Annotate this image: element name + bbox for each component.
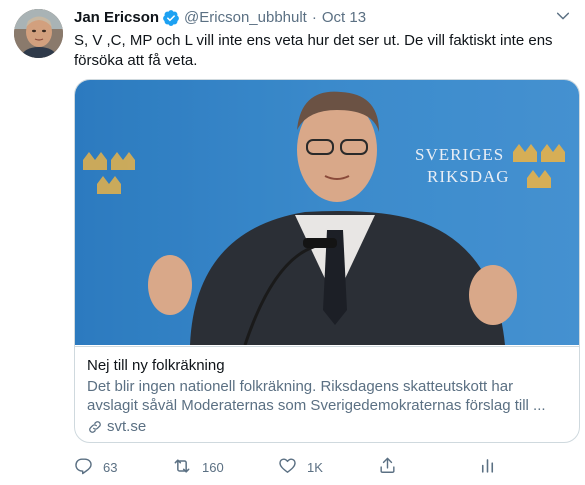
analytics-icon: [478, 456, 497, 478]
share-button[interactable]: [378, 455, 397, 479]
header-separator: ·: [311, 9, 317, 26]
card-domain-text: svt.se: [107, 418, 147, 435]
image-sign-line2: RIKSDAG: [427, 167, 510, 186]
analytics-button[interactable]: [478, 455, 497, 479]
chevron-down-icon[interactable]: [553, 6, 573, 26]
reply-count: 63: [103, 459, 118, 475]
tweet-header: Jan Ericson @Ericson_ubbhult · Oct 13: [74, 8, 366, 28]
verified-badge-icon: [162, 9, 180, 27]
author-handle[interactable]: @Ericson_ubbhult: [184, 8, 307, 28]
tweet[interactable]: Jan Ericson @Ericson_ubbhult · Oct 13 S,…: [0, 0, 585, 485]
like-icon: [278, 456, 297, 478]
link-icon: [87, 419, 103, 435]
card-image: SVERIGES RIKSDAG: [75, 80, 579, 345]
card-description: Det blir ingen nationell folkräkning. Ri…: [87, 378, 546, 414]
like-count: 1K: [307, 459, 323, 475]
tweet-actions: 63 160 1K: [68, 455, 508, 479]
image-sign-line1: SVERIGES: [415, 145, 504, 164]
retweet-count: 160: [202, 459, 224, 475]
avatar[interactable]: [14, 9, 63, 58]
author-name[interactable]: Jan Ericson: [74, 8, 159, 28]
share-icon: [378, 456, 397, 478]
link-preview-card[interactable]: SVERIGES RIKSDAG Nej till ny folkräkning…: [74, 79, 580, 443]
reply-button[interactable]: 63: [74, 455, 117, 479]
card-body: Nej till ny folkräkning Det blir ingen n…: [75, 346, 579, 442]
reply-icon: [74, 456, 93, 478]
card-title: Nej till ny folkräkning: [87, 357, 225, 374]
retweet-button[interactable]: 160: [172, 455, 224, 479]
like-button[interactable]: 1K: [278, 455, 323, 479]
card-domain: svt.se: [87, 417, 567, 436]
tweet-text: S, V ,C, MP och L vill inte ens veta hur…: [74, 32, 553, 69]
retweet-icon: [172, 456, 192, 479]
tweet-date[interactable]: Oct 13: [322, 8, 366, 28]
